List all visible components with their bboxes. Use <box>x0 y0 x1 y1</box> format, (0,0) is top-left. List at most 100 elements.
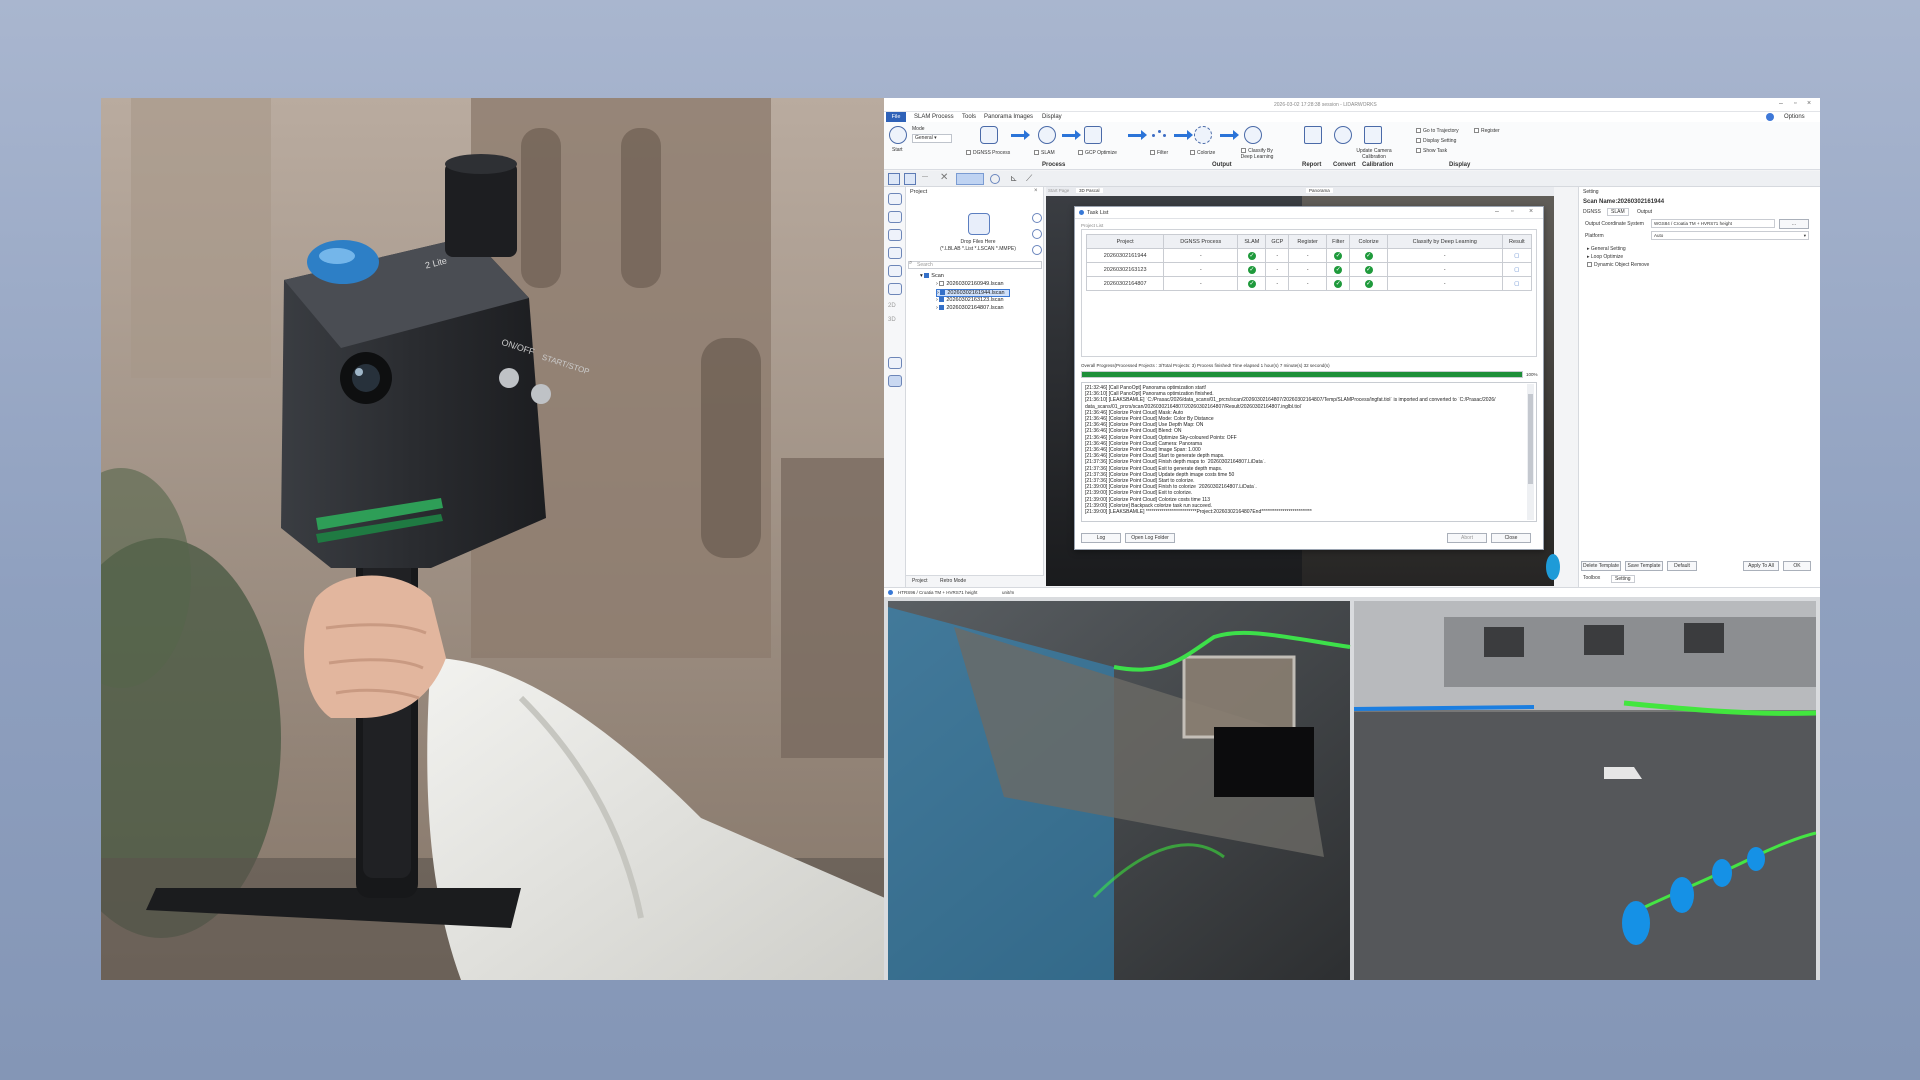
tab-setting[interactable]: Setting <box>1611 575 1635 583</box>
menu-display[interactable]: Display <box>1042 114 1062 120</box>
table-row[interactable]: 20260302161944 - ✓ - - ✓ ✓ - ▢ <box>1085 248 1533 263</box>
menu-slam-process[interactable]: SLAM Process <box>914 114 954 120</box>
ok-button[interactable]: OK <box>1783 561 1811 571</box>
table-row[interactable]: 20260302164807 - ✓ - - ✓ ✓ - ▢ <box>1085 276 1533 291</box>
open-log-folder-button[interactable]: Open Log Folder <box>1125 533 1175 543</box>
select-tool-icon[interactable] <box>888 173 900 185</box>
start-icon[interactable] <box>889 126 907 144</box>
tab-output[interactable]: Output <box>1637 209 1652 215</box>
tree-item[interactable]: › 20260302164807.lscan <box>936 305 1004 311</box>
show-task-toggle[interactable]: Show Task <box>1416 148 1447 154</box>
delete-template-button[interactable]: Delete Template <box>1581 561 1621 571</box>
report-icon[interactable] <box>1304 126 1322 144</box>
tab-start-page[interactable]: Start Page <box>1048 188 1069 193</box>
classify-icon[interactable] <box>1244 126 1262 144</box>
view-2d-icon[interactable]: 2D <box>888 303 896 309</box>
result-folder-icon[interactable]: ▢ <box>1514 253 1519 259</box>
update-camera-icon[interactable] <box>1364 126 1382 144</box>
convert-icon[interactable] <box>1334 126 1352 144</box>
tab-3d-view[interactable]: 3D Pascal <box>1076 188 1103 193</box>
cloud-filter-icon[interactable] <box>888 211 902 223</box>
dialog-maximize-icon[interactable]: ▫ <box>1511 208 1513 215</box>
maximize-icon[interactable]: ▫ <box>1794 100 1796 107</box>
tab-project[interactable]: Project <box>912 578 928 584</box>
table-row[interactable]: 20260302163123 - ✓ - - ✓ ✓ - ▢ <box>1085 262 1533 277</box>
cube-icon[interactable] <box>888 247 902 259</box>
filter-funnel-icon[interactable] <box>888 283 902 295</box>
slam-toggle[interactable]: SLAM <box>1034 150 1055 156</box>
classify-toggle[interactable]: Classify By Deep Learning <box>1236 148 1278 160</box>
result-folder-icon[interactable]: ▢ <box>1514 267 1519 273</box>
abort-button[interactable]: Abort <box>1447 533 1487 543</box>
angle-tool-icon[interactable]: ⟋ <box>1026 173 1032 184</box>
gcp-icon[interactable] <box>1084 126 1102 144</box>
view-3d-icon[interactable]: 3D <box>888 317 896 323</box>
go-trajectory-toggle[interactable]: Go to Trajectory <box>1416 128 1459 134</box>
options-menu[interactable]: Options <box>1784 114 1805 120</box>
apply-to-all-button[interactable]: Apply To All <box>1743 561 1779 571</box>
result-folder-icon[interactable]: ▢ <box>1514 281 1519 287</box>
globe-icon[interactable] <box>1032 229 1042 239</box>
cell-result[interactable]: ▢ <box>1501 276 1533 291</box>
measure-tool-icon[interactable]: ⊾ <box>1010 173 1018 184</box>
coord-field[interactable]: WGS84 / Croatia TM + HVRS71 height <box>1651 219 1775 228</box>
cloud-color-icon[interactable] <box>888 229 902 241</box>
filter-toggle[interactable]: Filter <box>1150 150 1168 156</box>
log-box[interactable]: [21:32:46] [Call PanoOpt] Panorama optim… <box>1081 382 1537 522</box>
view-mode-tool-icon[interactable] <box>956 173 984 185</box>
drop-files-icon[interactable] <box>968 213 990 235</box>
tab-dgnss[interactable]: DGNSS <box>1583 209 1601 215</box>
gcp-toggle[interactable]: GCP Optimize <box>1078 150 1117 156</box>
box-tool-icon[interactable] <box>904 173 916 185</box>
dialog-minimize-icon[interactable]: – <box>1495 208 1499 215</box>
save-template-button[interactable]: Save Template <box>1625 561 1663 571</box>
transform-icon[interactable] <box>888 265 902 277</box>
minimize-icon[interactable]: – <box>1779 100 1783 107</box>
update-camera-label[interactable]: Update Camera Calibration <box>1354 148 1394 160</box>
tree-item[interactable]: › 20260302160949.lscan <box>936 281 1004 287</box>
menu-panorama-images[interactable]: Panorama Images <box>984 114 1033 120</box>
scan-add-icon[interactable] <box>1032 213 1042 223</box>
tree-item-selected[interactable]: › 20260302161944.lscan <box>936 289 1010 297</box>
display-setting-toggle[interactable]: Display Setting <box>1416 138 1456 144</box>
tree-dynamic-object-remove[interactable]: Dynamic Object Remove <box>1587 262 1649 268</box>
line-tool-icon[interactable]: — <box>922 174 928 180</box>
settings-icon[interactable] <box>1032 245 1042 255</box>
tab-panorama[interactable]: Panorama <box>1306 188 1333 193</box>
search-input[interactable]: Search <box>908 261 1042 269</box>
tree-item[interactable]: › 20260302163123.lscan <box>936 297 1004 303</box>
tab-slam[interactable]: SLAM <box>1607 208 1629 216</box>
tree-root[interactable]: ▾ Scan <box>920 273 944 279</box>
user-icon[interactable] <box>1766 113 1774 121</box>
tab-retro-mode[interactable]: Retro Mode <box>940 578 966 584</box>
default-button[interactable]: Default <box>1667 561 1697 571</box>
dgnss-icon[interactable] <box>980 126 998 144</box>
log-scrollbar[interactable] <box>1527 384 1534 520</box>
close-button[interactable]: Close <box>1491 533 1531 543</box>
dgnss-toggle[interactable]: DGNSS Process <box>966 150 1010 156</box>
coord-browse-button[interactable]: ... <box>1779 219 1809 229</box>
register-toggle[interactable]: Register <box>1474 128 1500 134</box>
menu-tools[interactable]: Tools <box>962 114 976 120</box>
cell-result[interactable]: ▢ <box>1501 248 1533 263</box>
cross-tool-icon[interactable]: ✕ <box>940 172 948 183</box>
pin-icon[interactable] <box>888 375 902 387</box>
dialog-close-icon[interactable]: × <box>1529 208 1533 215</box>
slam-icon[interactable] <box>1038 126 1056 144</box>
tree-loop-optimize[interactable]: ▸ Loop Optimize <box>1587 254 1623 260</box>
platform-select[interactable]: Auto ▾ <box>1651 231 1809 240</box>
close-icon[interactable]: × <box>1807 100 1811 107</box>
tab-toolbox[interactable]: Toolbox <box>1583 575 1600 581</box>
log-button[interactable]: Log <box>1081 533 1121 543</box>
image-icon[interactable] <box>888 357 902 369</box>
colorize-toggle[interactable]: Colorize <box>1190 150 1215 156</box>
menu-file[interactable]: File <box>886 112 906 122</box>
cell-result[interactable]: ▢ <box>1501 262 1533 277</box>
tree-general-setting[interactable]: ▸ General Setting <box>1587 246 1626 252</box>
mode-select[interactable]: General ▾ <box>912 134 952 143</box>
filter-icon[interactable] <box>1150 126 1168 144</box>
panel-close-icon[interactable]: × <box>1034 188 1038 194</box>
orbit-tool-icon[interactable] <box>990 174 1000 184</box>
cloud-icon[interactable] <box>888 193 902 205</box>
colorize-icon[interactable] <box>1194 126 1212 144</box>
